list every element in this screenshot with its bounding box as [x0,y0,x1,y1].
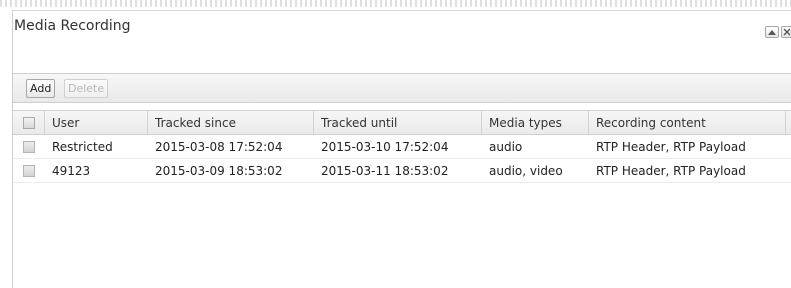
add-button[interactable]: Add [26,79,56,98]
row-select-cell [13,135,45,158]
column-header-tracked-until[interactable]: Tracked until [314,111,482,134]
select-all-checkbox[interactable] [22,116,35,129]
close-button[interactable] [781,26,791,38]
column-header-recording-content[interactable]: Recording content [589,111,786,134]
column-header-user[interactable]: User [45,111,148,134]
delete-button[interactable]: Delete [64,79,109,98]
media-recording-window: Media Recording Add Delete User Tracked … [0,0,791,288]
row-checkbox[interactable] [23,140,35,153]
column-header-tracked-since[interactable]: Tracked since [148,111,314,134]
column-header-media-types[interactable]: Media types [482,111,589,134]
top-divider [0,0,791,7]
cell-tracked-since: 2015-03-08 17:52:04 [155,139,283,154]
cell-tracked-until: 2015-03-10 17:52:04 [321,139,449,154]
cell-user: Restricted [52,139,113,154]
table-row[interactable]: 49123 2015-03-09 18:53:02 2015-03-11 18:… [13,159,791,183]
panel-title: Media Recording [14,18,131,34]
close-icon [783,28,791,36]
cell-tracked-until: 2015-03-11 18:53:02 [321,163,449,178]
cell-media-types: audio [489,139,523,154]
table-row[interactable]: Restricted 2015-03-08 17:52:04 2015-03-1… [13,135,791,159]
cell-tracked-since: 2015-03-09 18:53:02 [155,163,283,178]
select-all-cell [13,111,45,134]
collapse-button[interactable] [765,26,779,38]
row-select-cell [13,159,45,182]
collapse-icon [768,29,776,35]
table-header: User Tracked since Tracked until Media t… [13,110,791,135]
row-checkbox[interactable] [23,164,35,177]
cell-recording-content: RTP Header, RTP Payload [596,139,746,154]
cell-recording-content: RTP Header, RTP Payload [596,163,746,178]
cell-user: 49123 [52,163,91,178]
toolbar: Add Delete [13,73,791,103]
cell-media-types: audio, video [489,163,563,178]
